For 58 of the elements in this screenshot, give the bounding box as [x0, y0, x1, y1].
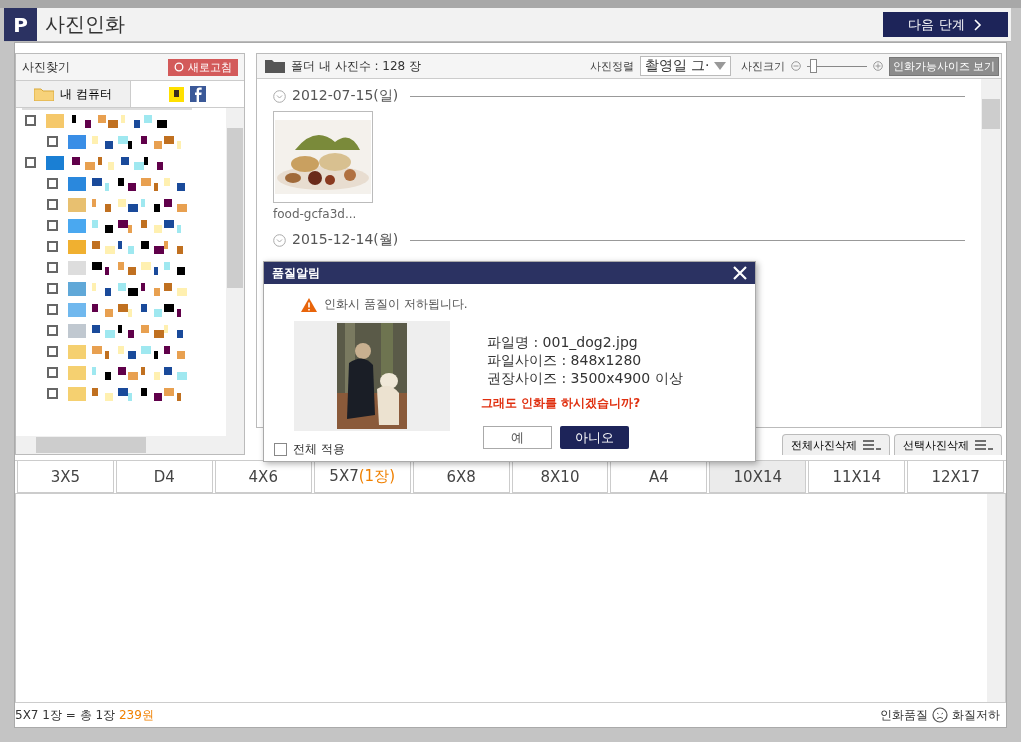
apply-all-checkbox[interactable]: 전체 적용 [274, 441, 454, 458]
delete-photos-button[interactable]: 전체사진삭제 [782, 434, 890, 455]
size-tab[interactable]: 5X7(1장) [313, 461, 411, 493]
size-tab[interactable]: 3X5 [17, 461, 114, 493]
chevron-right-icon [972, 18, 983, 31]
warning-message: 인화시 품질이 저하됩니다. [324, 296, 468, 313]
refresh-icon [174, 62, 184, 72]
file-info: 파일사이즈 : 848x1280 [487, 351, 643, 369]
order-summary: 5X7 1장 = 총 1장 239원 [15, 706, 154, 724]
size-label: 사진크기 [740, 58, 785, 74]
facebook-icon [189, 86, 206, 102]
photo-count: 폴더 내 사진수 : 128 장 [291, 57, 422, 75]
date-heading: 2012-07-15(일) [292, 87, 399, 105]
size-tab[interactable]: 6X8 [412, 461, 510, 493]
next-step-button[interactable]: 다음 단계 [883, 12, 1008, 37]
size-tab[interactable]: 8X10 [511, 461, 609, 493]
zoom-out-icon[interactable] [790, 61, 801, 71]
collapse-icon[interactable] [273, 89, 286, 103]
scrollbar[interactable] [981, 79, 1001, 427]
folder-icon [265, 59, 285, 73]
size-tab[interactable]: 11X14 [808, 461, 906, 493]
date-heading: 2015-12-14(월) [292, 231, 399, 249]
close-icon[interactable] [733, 266, 747, 280]
dropdown-caret-icon [713, 62, 726, 70]
zoom-in-icon[interactable] [872, 61, 883, 71]
size-tab[interactable]: 12X17 [907, 461, 1005, 493]
file-info: 권장사이즈 : 3500x4900 이상 [487, 369, 683, 387]
warning-icon [301, 297, 317, 312]
yes-button[interactable]: 예 [483, 426, 552, 449]
sort-label: 사진정렬 [589, 58, 634, 74]
size-tab[interactable]: 4X6 [214, 461, 312, 493]
panel-title: 사진찾기 [22, 58, 70, 76]
size-tab[interactable]: A4 [610, 461, 708, 493]
sort-dropdown[interactable]: 촬영일 그· [639, 56, 731, 76]
delete-photos-button[interactable]: 선택사진삭제 [894, 434, 1002, 455]
file-info: 파일명 : 001_dog2.jpg [487, 333, 639, 351]
window-title: 사진인화 [45, 11, 125, 38]
quality-label: 인화품질 [880, 706, 928, 724]
dialog-title: 품질알림 [272, 264, 320, 282]
folder-icon [33, 87, 54, 101]
size-tab[interactable]: 10X14 [709, 461, 807, 493]
confirm-question: 그래도 인화를 하시겠습니까? [481, 395, 642, 412]
no-button[interactable]: 아니오 [560, 426, 629, 449]
collapse-icon[interactable] [273, 233, 286, 247]
size-tab[interactable]: D4 [115, 461, 213, 493]
app-logo: P [4, 8, 37, 41]
quality-status: 화질저하 [952, 706, 1000, 724]
sad-face-icon [932, 707, 948, 723]
source-tab[interactable]: 내 컴퓨터 [16, 81, 131, 107]
list-icon [863, 440, 881, 450]
scrollbar[interactable] [226, 108, 244, 436]
square-logo-icon [168, 86, 184, 102]
horizontal-scrollbar[interactable] [16, 436, 244, 454]
list-icon [975, 440, 993, 450]
photo-name: food-gcfa3d... [273, 207, 358, 221]
photo-thumbnail[interactable] [273, 111, 373, 203]
scrollbar[interactable] [987, 494, 1005, 702]
refresh-button[interactable]: 새로고침 [168, 58, 238, 76]
